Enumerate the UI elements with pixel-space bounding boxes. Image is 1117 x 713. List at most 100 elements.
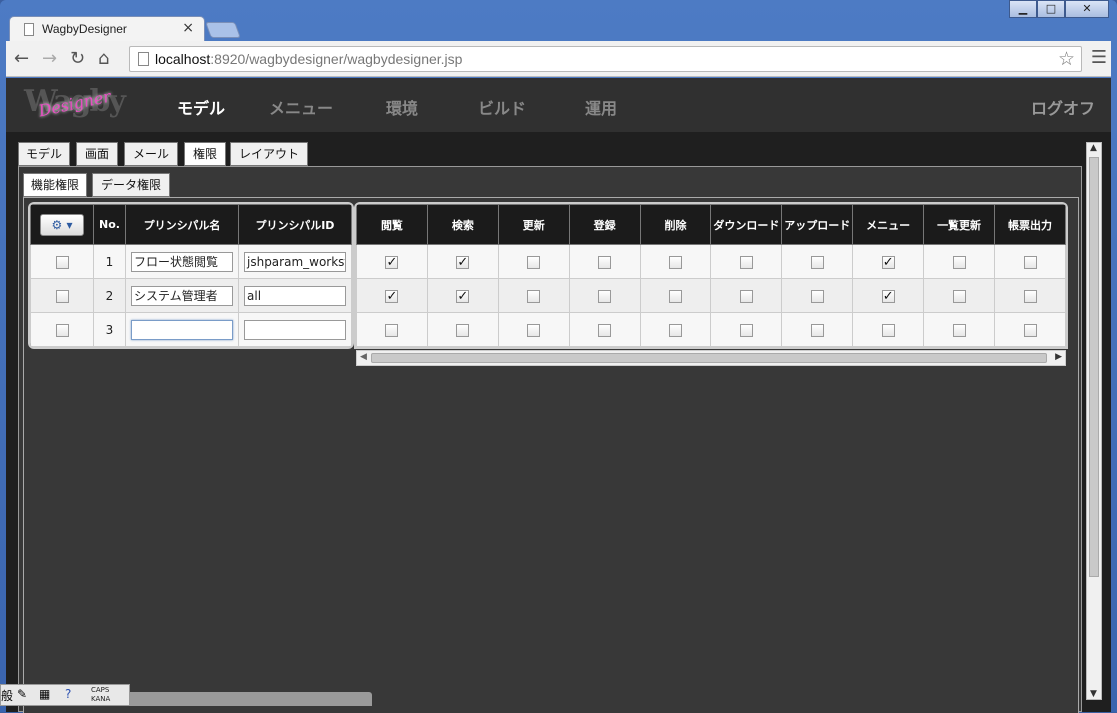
perm-checkbox-upload[interactable]: [810, 323, 824, 337]
perm-checkbox-delete[interactable]: [669, 255, 682, 269]
row-number: 1: [93, 244, 126, 279]
perm-checkbox-search[interactable]: [456, 323, 470, 337]
perm-checkbox-report-output[interactable]: [1023, 255, 1037, 269]
perm-checkbox-menu[interactable]: ✓: [881, 255, 895, 269]
nav-operation[interactable]: 運用: [585, 95, 617, 119]
table-row: [356, 312, 1066, 347]
perm-checkbox-bulk-update[interactable]: [952, 289, 966, 303]
perm-cell: [639, 312, 712, 347]
perm-cell: [994, 312, 1066, 347]
browser-window: WagbyDesigner × ▁ □ ✕ ← → ↻ ⌂ localhost:…: [0, 0, 1117, 713]
perm-cell: [639, 244, 712, 279]
perm-checkbox-update[interactable]: [527, 289, 541, 303]
principal-id-field[interactable]: jshparam_workst: [244, 251, 346, 272]
scroll-thumb[interactable]: [1089, 157, 1099, 577]
maximize-button[interactable]: □: [1037, 0, 1065, 18]
principal-name-field[interactable]: システム管理者: [131, 285, 233, 306]
forward-icon[interactable]: →: [42, 48, 57, 69]
row-select-checkbox[interactable]: [55, 255, 69, 269]
tab-function-permission[interactable]: 機能権限: [23, 173, 87, 197]
scroll-up-icon[interactable]: ▲: [1090, 143, 1097, 153]
perm-checkbox-search[interactable]: ✓: [456, 255, 470, 269]
perm-checkbox-view[interactable]: ✓: [385, 255, 399, 269]
perm-header-report-output: 帳票出力: [994, 204, 1066, 245]
perm-checkbox-view[interactable]: [385, 323, 399, 337]
scroll-left-icon[interactable]: ◀: [360, 352, 367, 362]
scroll-down-icon[interactable]: ▼: [1090, 689, 1097, 699]
tab-permission[interactable]: 権限: [184, 142, 226, 166]
nav-model[interactable]: モデル: [177, 95, 225, 119]
nav-menu[interactable]: メニュー: [269, 95, 333, 119]
perm-checkbox-report-output[interactable]: [1023, 323, 1037, 337]
principal-id-field[interactable]: all: [244, 285, 346, 306]
perm-cell: [781, 244, 854, 279]
perm-checkbox-upload[interactable]: [810, 289, 824, 303]
perm-checkbox-search[interactable]: ✓: [456, 289, 470, 303]
perm-checkbox-menu[interactable]: [881, 323, 895, 337]
perm-header-delete: 削除: [639, 204, 712, 245]
tab-title: WagbyDesigner: [42, 22, 127, 36]
back-icon[interactable]: ←: [14, 48, 29, 69]
content-area: モデル 画面 メール 権限 レイアウト 機能権限 データ権限 ⚙ ▾ No. プ…: [6, 132, 1111, 713]
perm-cell: [710, 244, 783, 279]
perm-checkbox-delete[interactable]: [669, 289, 682, 303]
perm-checkbox-register[interactable]: [598, 255, 612, 269]
perm-header-register: 登録: [568, 204, 641, 245]
nav-environment[interactable]: 環境: [386, 95, 418, 119]
app-header: Wagby Designer モデル メニュー 環境 ビルド 運用 ログオフ: [6, 78, 1111, 132]
principal-name-field[interactable]: [131, 319, 233, 340]
perm-checkbox-upload[interactable]: [810, 255, 824, 269]
minimize-button[interactable]: ▁: [1009, 0, 1037, 18]
ime-pad-icon[interactable]: ✎: [17, 687, 27, 701]
help-icon[interactable]: ?: [65, 687, 71, 701]
tab-layout[interactable]: レイアウト: [230, 142, 308, 166]
scroll-right-icon[interactable]: ▶: [1055, 352, 1062, 362]
perm-checkbox-bulk-update[interactable]: [952, 255, 966, 269]
perm-cell: [568, 278, 641, 313]
perm-cell: [781, 312, 854, 347]
reload-icon[interactable]: ↻: [70, 48, 85, 69]
row-select-checkbox[interactable]: [55, 289, 69, 303]
bookmark-star-icon[interactable]: ☆: [1058, 48, 1075, 70]
principal-name-field[interactable]: フロー状態閲覧: [131, 251, 233, 272]
row-select-checkbox[interactable]: [55, 323, 69, 337]
perm-cell: ✓: [426, 244, 499, 279]
logoff-link[interactable]: ログオフ: [1031, 95, 1095, 119]
tab-data-permission[interactable]: データ権限: [92, 173, 170, 197]
scroll-thumb[interactable]: [371, 353, 1047, 363]
ime-mode-indicator[interactable]: 般: [1, 687, 13, 704]
perm-checkbox-register[interactable]: [598, 323, 612, 337]
perm-checkbox-bulk-update[interactable]: [952, 323, 966, 337]
browser-tab[interactable]: WagbyDesigner ×: [9, 16, 205, 42]
perm-cell: ✓: [356, 244, 428, 279]
home-icon[interactable]: ⌂: [98, 48, 109, 69]
horizontal-scrollbar[interactable]: ◀ ▶: [356, 350, 1066, 366]
select-column-header: ⚙ ▾: [30, 204, 94, 245]
ime-dictionary-icon[interactable]: ▦: [39, 687, 50, 701]
perm-checkbox-delete[interactable]: [669, 323, 682, 337]
principal-id-field[interactable]: [244, 319, 346, 340]
perm-checkbox-menu[interactable]: ✓: [881, 289, 895, 303]
tab-close-button[interactable]: ×: [182, 20, 194, 36]
perm-cell: [426, 312, 499, 347]
new-tab-button[interactable]: [205, 22, 241, 38]
perm-checkbox-update[interactable]: [527, 323, 541, 337]
tab-screen[interactable]: 画面: [76, 142, 118, 166]
ime-toolbar: 般 ✎ ▦ ? CAPS KANA: [0, 684, 130, 706]
perm-checkbox-download[interactable]: [739, 289, 753, 303]
permission-grid: ⚙ ▾ No. プリンシパル名 プリンシパルID 1 フロー状態閲覧 jshpa…: [30, 204, 1066, 366]
column-menu-button[interactable]: ⚙ ▾: [40, 213, 84, 236]
tab-model[interactable]: モデル: [18, 142, 70, 166]
address-bar[interactable]: localhost:8920/wagbydesigner/wagbydesign…: [129, 46, 1082, 72]
nav-build[interactable]: ビルド: [478, 95, 526, 119]
close-window-button[interactable]: ✕: [1065, 0, 1109, 18]
perm-checkbox-download[interactable]: [739, 255, 753, 269]
tab-mail[interactable]: メール: [124, 142, 178, 166]
menu-icon[interactable]: ☰: [1091, 47, 1107, 68]
perm-checkbox-view[interactable]: ✓: [385, 289, 399, 303]
vertical-scrollbar[interactable]: ▲ ▼: [1086, 142, 1102, 700]
perm-checkbox-update[interactable]: [527, 255, 541, 269]
perm-checkbox-download[interactable]: [739, 323, 753, 337]
perm-checkbox-register[interactable]: [598, 289, 612, 303]
perm-checkbox-report-output[interactable]: [1023, 289, 1037, 303]
